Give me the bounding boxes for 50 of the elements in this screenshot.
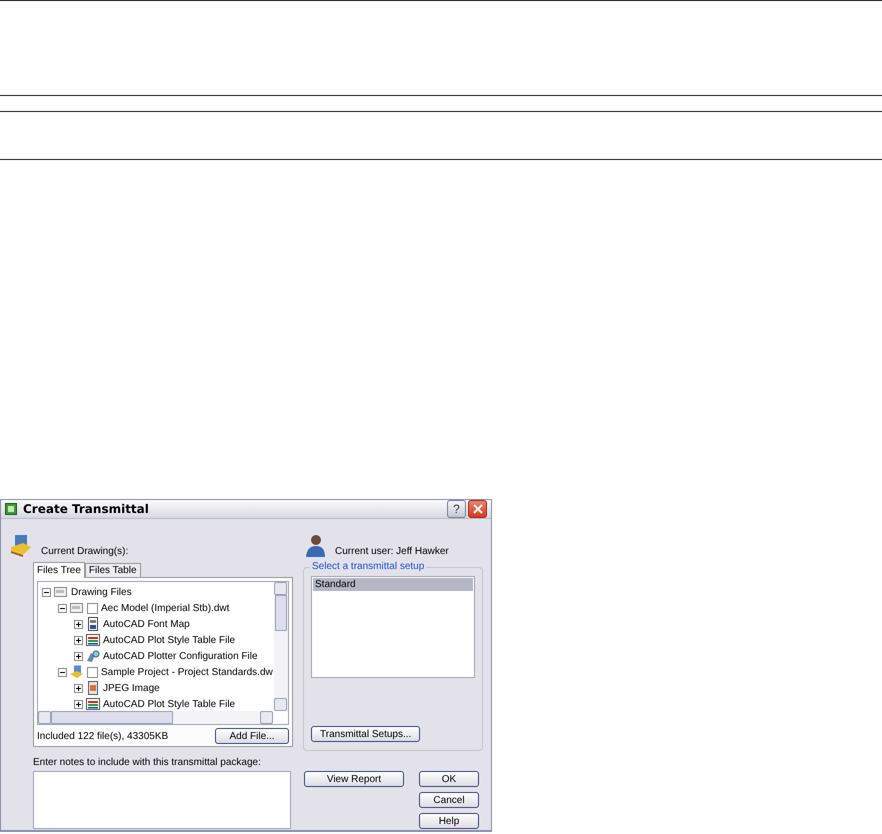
- expander[interactable]: [74, 620, 83, 628]
- transmittal-setups-button[interactable]: Transmittal Setups...: [311, 726, 420, 742]
- expander[interactable]: [74, 636, 83, 644]
- expander[interactable]: [58, 604, 67, 612]
- font-file-icon: [86, 617, 100, 631]
- view-report-button[interactable]: View Report: [304, 771, 404, 787]
- expander[interactable]: [74, 700, 83, 708]
- tree-item[interactable]: AutoCAD Font Map: [103, 618, 190, 630]
- help-button[interactable]: ?: [447, 500, 466, 518]
- horizontal-scrollbar[interactable]: [38, 711, 273, 724]
- tab[interactable]: Files Table: [84, 563, 141, 577]
- tree-item[interactable]: Aec Model (Imperial Stb).dwt: [101, 602, 230, 614]
- color-bars-icon: [86, 633, 100, 647]
- drawing-file-icon: [54, 585, 68, 599]
- drawing-label: Current Drawing(s):: [41, 546, 128, 557]
- tree-item[interactable]: AutoCAD Plotter Configuration File: [103, 650, 258, 662]
- color-bars-icon: [86, 697, 100, 711]
- tree-item[interactable]: Sample Project - Project Standards.dw: [101, 666, 273, 678]
- dialog-button[interactable]: Help: [419, 813, 479, 829]
- group-legend: Select a transmittal setup: [310, 561, 426, 572]
- notes-label: Enter notes to include with this transmittal package:: [33, 757, 262, 768]
- expander[interactable]: [74, 652, 83, 660]
- add-file-button[interactable]: Add File...: [215, 728, 289, 744]
- checkbox[interactable]: [87, 666, 98, 678]
- drawing-package-icon: [9, 533, 33, 557]
- app-icon: [5, 503, 17, 515]
- project-file-icon: [70, 665, 84, 679]
- tree-item[interactable]: AutoCAD Plot Style Table File: [103, 698, 236, 710]
- image-file-icon: [86, 681, 100, 695]
- user-icon: [303, 533, 327, 557]
- close-icon: [472, 504, 482, 514]
- vertical-scrollbar[interactable]: [274, 582, 288, 711]
- window-title: Create Transmittal: [23, 502, 149, 516]
- expander[interactable]: [58, 668, 67, 676]
- expander[interactable]: [74, 684, 83, 692]
- list-item[interactable]: Standard: [313, 578, 473, 591]
- dialog-button[interactable]: Cancel: [419, 792, 479, 808]
- tree-item[interactable]: Drawing Files: [71, 586, 132, 598]
- tree-item[interactable]: AutoCAD Plot Style Table File: [103, 634, 236, 646]
- expander[interactable]: [42, 588, 51, 596]
- tab[interactable]: Files Tree: [33, 562, 85, 578]
- close-button[interactable]: [468, 500, 487, 518]
- file-summary: Included 122 file(s), 43305KB: [37, 730, 168, 742]
- checkbox[interactable]: [87, 602, 98, 614]
- drawing-file-icon: [70, 601, 84, 615]
- user-label: Current user: Jeff Hawker: [335, 546, 449, 557]
- tree-item[interactable]: JPEG Image: [103, 682, 160, 694]
- notes-field[interactable]: [33, 771, 291, 829]
- plotter-icon: [86, 649, 100, 663]
- dialog-button[interactable]: OK: [419, 771, 479, 787]
